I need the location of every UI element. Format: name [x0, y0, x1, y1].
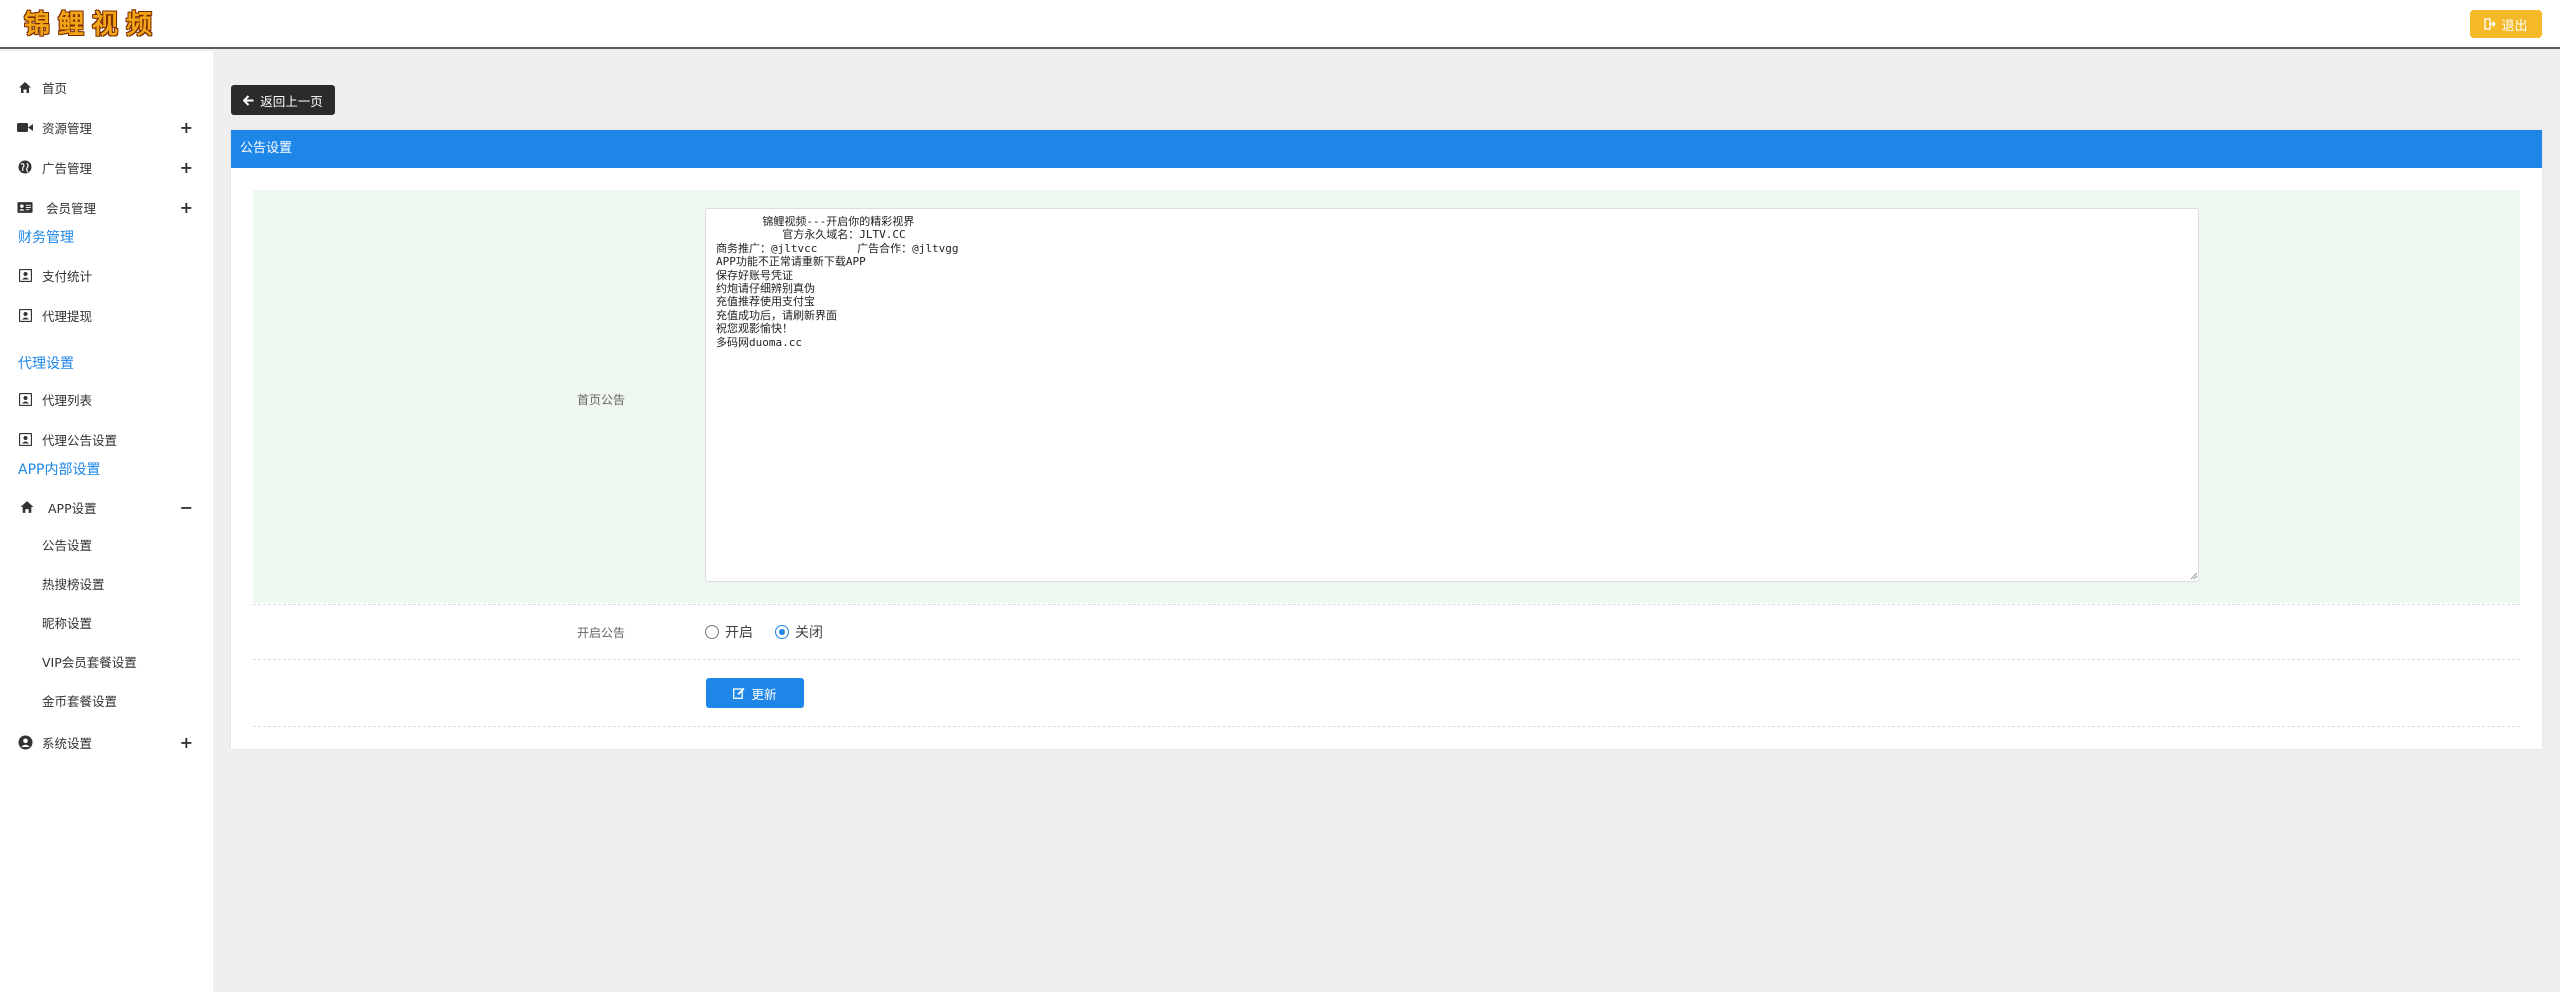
site-logo[interactable]: 锦 鲤 视 频 [24, 10, 152, 42]
sidebar-item-app-settings[interactable]: APP设置 − [0, 489, 213, 525]
sign-out-icon [2484, 18, 2497, 30]
expand-icon[interactable]: + [180, 158, 193, 177]
sidebar-item-label: 代理列表 [42, 392, 93, 408]
resize-handle-icon[interactable] [2189, 571, 2198, 580]
sidebar-subitem-coin-packages[interactable]: 金币套餐设置 [42, 690, 117, 714]
sidebar-item-payment-stats[interactable]: 支付统计 [0, 257, 213, 293]
sidebar-item-ads[interactable]: 广告管理 + [0, 149, 213, 185]
logo-char: 锦 [24, 10, 51, 40]
sidebar-item-label: 代理提现 [42, 308, 93, 324]
user-square-icon [17, 267, 33, 283]
sidebar-item-label: 系统设置 [42, 735, 93, 751]
expand-icon[interactable]: + [180, 733, 193, 752]
home-icon [17, 79, 33, 95]
video-icon [17, 119, 33, 135]
logo-char: 频 [126, 10, 153, 40]
radio-disable-label[interactable]: 关闭 [795, 622, 823, 642]
sidebar-item-label: APP设置 [48, 500, 97, 516]
sidebar-item-label: 代理公告设置 [42, 432, 118, 448]
logo-char: 视 [92, 10, 119, 40]
id-card-icon [17, 199, 33, 215]
logout-label: 退出 [2501, 18, 2528, 34]
home-icon [19, 499, 35, 515]
back-button[interactable]: 返回上一页 [231, 85, 335, 115]
edit-icon [733, 687, 746, 699]
panel-title: 公告设置 [231, 130, 2542, 168]
radio-enable[interactable] [705, 625, 719, 639]
row-divider [253, 726, 2520, 727]
notice-textarea[interactable]: 锦鲤视频---开启你的精彩视界 官方永久域名：JLTV.CC 商务推广：@jlt… [705, 208, 2199, 582]
sidebar-item-label: 广告管理 [42, 160, 93, 176]
sidebar-item-label: 会员管理 [46, 200, 97, 216]
radio-disable[interactable] [775, 625, 789, 639]
enable-notice-radio-group: 开启 关闭 [705, 622, 823, 642]
user-circle-icon [17, 734, 33, 750]
sidebar-item-label: 首页 [42, 80, 68, 96]
section-title-agent: 代理设置 [18, 356, 74, 372]
sidebar-subitem-nickname[interactable]: 昵称设置 [42, 612, 92, 636]
update-label: 更新 [751, 686, 777, 702]
row-divider [253, 659, 2520, 660]
sidebar-item-members[interactable]: 会员管理 + [0, 189, 213, 225]
notice-label: 首页公告 [576, 393, 625, 407]
user-square-icon [17, 307, 33, 323]
sidebar-subitem-notice[interactable]: 公告设置 [42, 534, 92, 558]
update-button[interactable]: 更新 [706, 678, 804, 708]
collapse-icon[interactable]: − [180, 498, 193, 517]
sidebar-subitem-hot-search[interactable]: 热搜榜设置 [42, 573, 105, 597]
top-bar: 锦 鲤 视 频 退出 [0, 0, 2560, 49]
logout-button[interactable]: 退出 [2470, 10, 2542, 38]
sidebar-item-agent-notice[interactable]: 代理公告设置 [0, 421, 213, 457]
notice-settings-panel: 公告设置 首页公告 锦鲤视频---开启你的精彩视界 官方永久域名：JLTV.CC… [231, 130, 2542, 749]
row-divider [253, 604, 2520, 605]
sidebar: 首页 资源管理 + 广告管理 + 会员管理 + 财务管理 支付统计 代理提现 代… [0, 51, 213, 992]
logo-char: 鲤 [58, 10, 85, 40]
sidebar-item-label: 支付统计 [42, 268, 93, 284]
sidebar-item-agent-withdraw[interactable]: 代理提现 [0, 297, 213, 333]
sidebar-item-agent-list[interactable]: 代理列表 [0, 381, 213, 417]
section-title-finance: 财务管理 [18, 230, 74, 246]
radio-enable-label[interactable]: 开启 [725, 622, 753, 642]
expand-icon[interactable]: + [180, 198, 193, 217]
user-square-icon [17, 391, 33, 407]
section-title-app: APP内部设置 [18, 462, 101, 478]
user-square-icon [17, 431, 33, 447]
enable-notice-label: 开启公告 [576, 626, 625, 640]
back-label: 返回上一页 [260, 93, 323, 109]
sidebar-item-home[interactable]: 首页 [0, 69, 213, 105]
arrow-left-icon [243, 94, 254, 106]
sidebar-item-system[interactable]: 系统设置 + [0, 724, 213, 760]
sidebar-item-label: 资源管理 [42, 120, 93, 136]
globe-icon [17, 159, 33, 175]
sidebar-subitem-vip-packages[interactable]: VIP会员套餐设置 [42, 651, 137, 675]
sidebar-item-resources[interactable]: 资源管理 + [0, 109, 213, 145]
expand-icon[interactable]: + [180, 118, 193, 137]
